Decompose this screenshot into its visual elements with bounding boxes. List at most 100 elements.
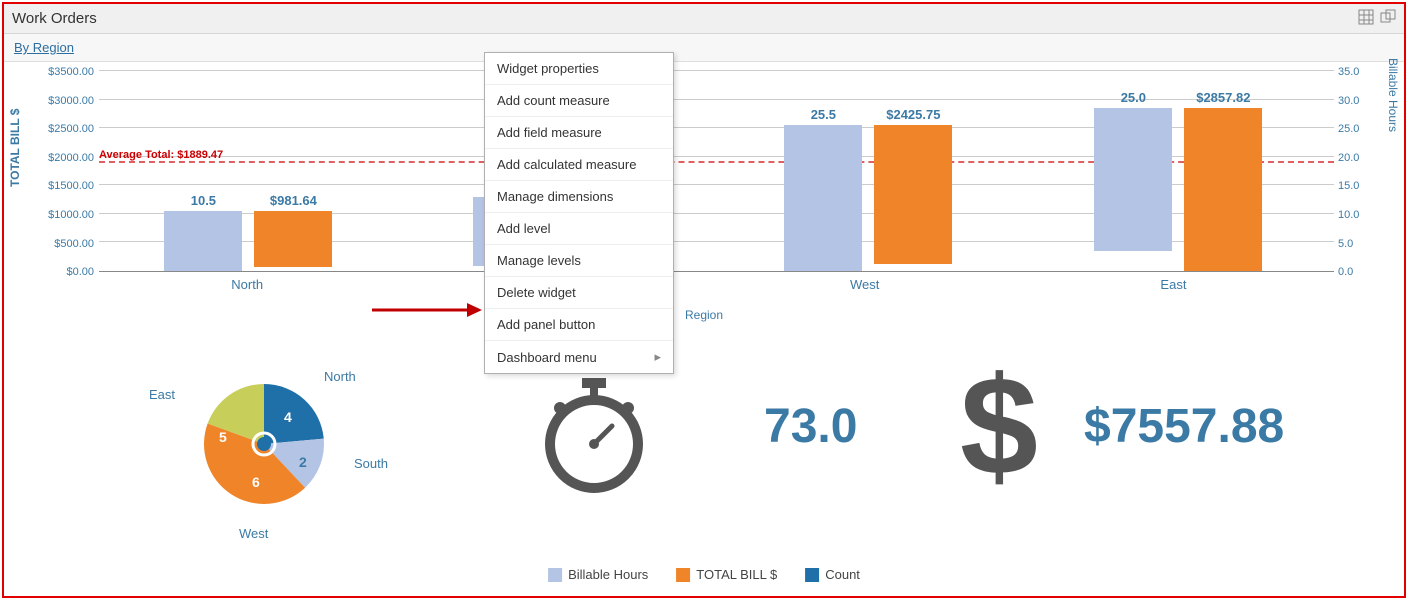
tab-by-region[interactable]: By Region: [14, 40, 74, 55]
bar-value: $981.64: [270, 193, 317, 208]
bar-hours[interactable]: 25.5: [784, 125, 862, 271]
tick: $1000.00: [34, 209, 94, 221]
grid-icon[interactable]: [1358, 9, 1374, 29]
menu-item-manage-levels[interactable]: Manage levels: [485, 245, 673, 277]
dollar-icon: $: [944, 364, 1054, 509]
legend-label: Count: [825, 567, 860, 582]
menu-item-label: Manage dimensions: [497, 189, 613, 204]
stopwatch-icon: [534, 374, 654, 499]
menu-item-label: Dashboard menu: [497, 350, 597, 365]
cat-label: North: [231, 277, 263, 292]
pie-label-west: West: [239, 526, 268, 541]
menu-item-label: Add calculated measure: [497, 157, 636, 172]
menu-item-label: Add panel button: [497, 317, 595, 332]
bar-bill[interactable]: $2857.82: [1184, 108, 1262, 271]
tick: 15.0: [1338, 180, 1374, 192]
bar-value: $2857.82: [1196, 90, 1250, 105]
menu-item-delete-widget[interactable]: Delete widget: [485, 277, 673, 309]
bar-bill[interactable]: $2425.75: [874, 125, 952, 264]
menu-item-manage-dimensions[interactable]: Manage dimensions: [485, 181, 673, 213]
menu-item-label: Delete widget: [497, 285, 576, 300]
legend-swatch: [676, 568, 690, 582]
legend-label: Billable Hours: [568, 567, 648, 582]
y-left-axis-label: TOTAL BILL $: [8, 109, 22, 187]
menu-item-label: Manage levels: [497, 253, 581, 268]
tick: $3000.00: [34, 95, 94, 107]
cat-label: West: [850, 277, 879, 292]
y-right-ticks: 0.0 5.0 10.0 15.0 20.0 25.0 30.0 35.0: [1338, 72, 1374, 272]
plot-area[interactable]: Average Total: $1889.47 10.5 $981.64 25.…: [99, 72, 1334, 272]
tick: 25.0: [1338, 123, 1374, 135]
context-menu: Widget properties Add count measure Add …: [484, 52, 674, 374]
menu-item-dashboard-menu[interactable]: Dashboard menu ▸: [485, 341, 673, 373]
kpi-hours-value: 73.0: [764, 399, 857, 454]
bar-group-west: 25.5 $2425.75: [768, 125, 968, 271]
tick: $500.00: [34, 238, 94, 250]
bar-value: $2425.75: [886, 107, 940, 122]
legend-swatch: [548, 568, 562, 582]
menu-item-add-panel-button[interactable]: Add panel button: [485, 309, 673, 341]
bar-group-north: 10.5 $981.64: [148, 211, 348, 271]
menu-item-add-count-measure[interactable]: Add count measure: [485, 85, 673, 117]
tick: $3500.00: [34, 66, 94, 78]
legend-item[interactable]: Count: [805, 567, 860, 582]
avg-reference-label: Average Total: $1889.47: [99, 149, 223, 161]
pie-val-south: 2: [299, 454, 307, 470]
pie-center-dot: [257, 437, 271, 451]
y-left-ticks: $0.00 $500.00 $1000.00 $1500.00 $2000.00…: [34, 72, 94, 272]
menu-item-widget-properties[interactable]: Widget properties: [485, 53, 673, 85]
panel-tabbar: By Region: [4, 34, 1404, 62]
bar-value: 25.5: [811, 107, 836, 122]
kpi-dollar-value: $7557.88: [1084, 399, 1284, 454]
gridline: [99, 70, 1334, 71]
bar-value: 25.0: [1121, 90, 1146, 105]
tick: 0.0: [1338, 266, 1374, 278]
pie-label-east: East: [149, 387, 175, 402]
tick: $2000.00: [34, 152, 94, 164]
tick: 5.0: [1338, 238, 1374, 250]
tick: 35.0: [1338, 66, 1374, 78]
panel-title: Work Orders: [12, 10, 97, 27]
y-right-axis-label: Billable Hours: [1386, 58, 1400, 132]
menu-item-add-level[interactable]: Add level: [485, 213, 673, 245]
legend-item[interactable]: TOTAL BILL $: [676, 567, 777, 582]
legend-swatch: [805, 568, 819, 582]
dashboard-panel: Work Orders By Region TOTAL BILL $ Billa…: [2, 2, 1406, 598]
panel-titlebar: Work Orders: [4, 4, 1404, 34]
annotation-arrow-icon: [372, 300, 482, 320]
pie-label-south: South: [354, 456, 388, 471]
cat-label: East: [1160, 277, 1186, 292]
tick: 20.0: [1338, 152, 1374, 164]
tick: $1500.00: [34, 180, 94, 192]
panel-title-icons: [1358, 9, 1396, 29]
menu-item-label: Add field measure: [497, 125, 602, 140]
bar-value: 10.5: [191, 193, 216, 208]
bar-hours[interactable]: 25.0: [1094, 108, 1172, 251]
legend-label: TOTAL BILL $: [696, 567, 777, 582]
menu-item-label: Widget properties: [497, 61, 599, 76]
pie-label-north: North: [324, 369, 356, 384]
legend: Billable Hours TOTAL BILL $ Count: [548, 567, 860, 582]
menu-item-add-field-measure[interactable]: Add field measure: [485, 117, 673, 149]
tick: 10.0: [1338, 209, 1374, 221]
bar-group-east: 25.0 $2857.82: [1078, 108, 1278, 271]
tick: $2500.00: [34, 123, 94, 135]
bar-bill[interactable]: $981.64: [254, 211, 332, 267]
pie-val-west: 6: [252, 474, 260, 490]
x-axis-label: Region: [685, 308, 723, 322]
svg-text:$: $: [960, 364, 1038, 504]
pie-slice-north[interactable]: [264, 384, 324, 444]
menu-item-add-calculated-measure[interactable]: Add calculated measure: [485, 149, 673, 181]
bar-hours[interactable]: 10.5: [164, 211, 242, 271]
chevron-right-icon: ▸: [654, 349, 661, 365]
pie-chart[interactable]: North South West East 4 2 6 5: [134, 354, 434, 544]
menu-item-label: Add count measure: [497, 93, 610, 108]
tick: 30.0: [1338, 95, 1374, 107]
pie-val-east: 5: [219, 429, 227, 445]
menu-item-label: Add level: [497, 221, 550, 236]
pie-val-north: 4: [284, 409, 292, 425]
gridline: [99, 99, 1334, 100]
legend-item[interactable]: Billable Hours: [548, 567, 648, 582]
kpi-row: North South West East 4 2 6 5 73.0: [4, 344, 1404, 544]
popout-icon[interactable]: [1380, 9, 1396, 29]
